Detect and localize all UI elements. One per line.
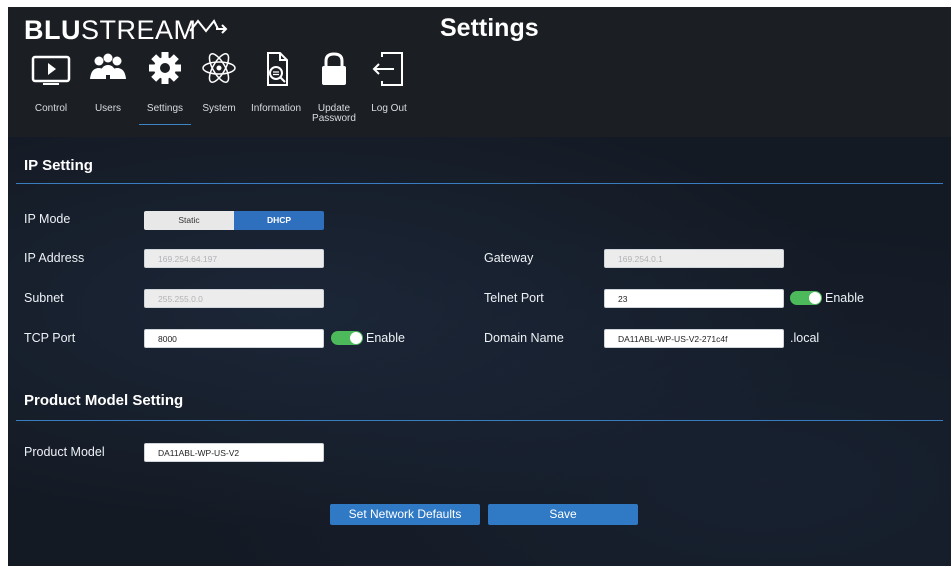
logout-icon [372,52,403,86]
tcp-port-label: TCP Port [24,331,76,345]
telnet-enable-label: Enable [825,291,864,305]
nav-update-password[interactable] [312,51,356,87]
nav-logout[interactable] [368,51,410,87]
product-model-field[interactable]: DA11ABL-WP-US-V2 [144,443,324,462]
page-title: Settings [440,14,539,42]
ip-address-label: IP Address [24,251,85,265]
nav-information-label: Information [250,103,302,114]
product-model-heading: Product Model Setting [24,392,184,409]
telnet-port-field[interactable]: 23 [604,289,784,308]
telnet-port-label: Telnet Port [484,291,544,305]
tcp-enable-label: Enable [366,331,405,345]
gear-icon [149,52,181,84]
gateway-label: Gateway [484,251,534,265]
nav-settings[interactable] [144,51,186,87]
ip-address-field[interactable]: 169.254.64.197 [144,249,324,268]
nav-control[interactable] [31,51,71,87]
tcp-port-field[interactable]: 8000 [144,329,324,348]
ip-mode-dhcp-option[interactable]: DHCP [234,211,324,230]
nav-control-label: Control [34,103,68,114]
domain-name-field[interactable]: DA11ABL-WP-US-V2-271c4f [604,329,784,348]
top-header: BLUSTREAM Settings Control Users Setting… [8,7,951,137]
ip-mode-label: IP Mode [24,212,71,226]
nav-users-label: Users [94,103,122,114]
nav-system[interactable] [199,51,239,87]
nav-system-label: System [202,103,236,114]
atom-icon [202,53,236,83]
nav-information[interactable] [254,51,298,87]
tcp-enable-toggle[interactable] [331,331,363,345]
settings-content: IP Setting IP Mode Static DHCP IP Addres… [8,137,951,566]
domain-suffix: .local [790,331,820,345]
nav-logout-label: Log Out [371,103,407,114]
domain-name-label: Domain Name [484,331,564,345]
section-divider [16,420,943,421]
subnet-label: Subnet [24,291,64,305]
save-button[interactable]: Save [488,504,638,525]
nav-users[interactable] [87,51,129,87]
product-model-label: Product Model [24,445,105,459]
telnet-enable-toggle[interactable] [790,291,822,305]
section-divider [16,183,943,184]
lock-icon [322,52,346,85]
users-icon [90,53,126,79]
ip-mode-toggle: Static DHCP [144,211,324,230]
subnet-field[interactable]: 255.255.0.0 [144,289,324,308]
set-network-defaults-button[interactable]: Set Network Defaults [330,504,480,525]
active-tab-indicator [139,124,191,125]
monitor-play-icon [31,55,71,85]
blustream-logo: BLUSTREAM [24,15,197,45]
document-search-icon [267,52,288,86]
nav-update-password-label: Update Password [312,103,356,124]
ip-mode-static-option[interactable]: Static [144,211,234,230]
nav-settings-label: Settings [146,103,184,114]
gateway-field[interactable]: 169.254.0.1 [604,249,784,268]
app-frame: BLUSTREAM Settings Control Users Setting… [8,7,951,566]
logo-arrow-icon [189,19,228,34]
ip-setting-heading: IP Setting [24,157,93,174]
